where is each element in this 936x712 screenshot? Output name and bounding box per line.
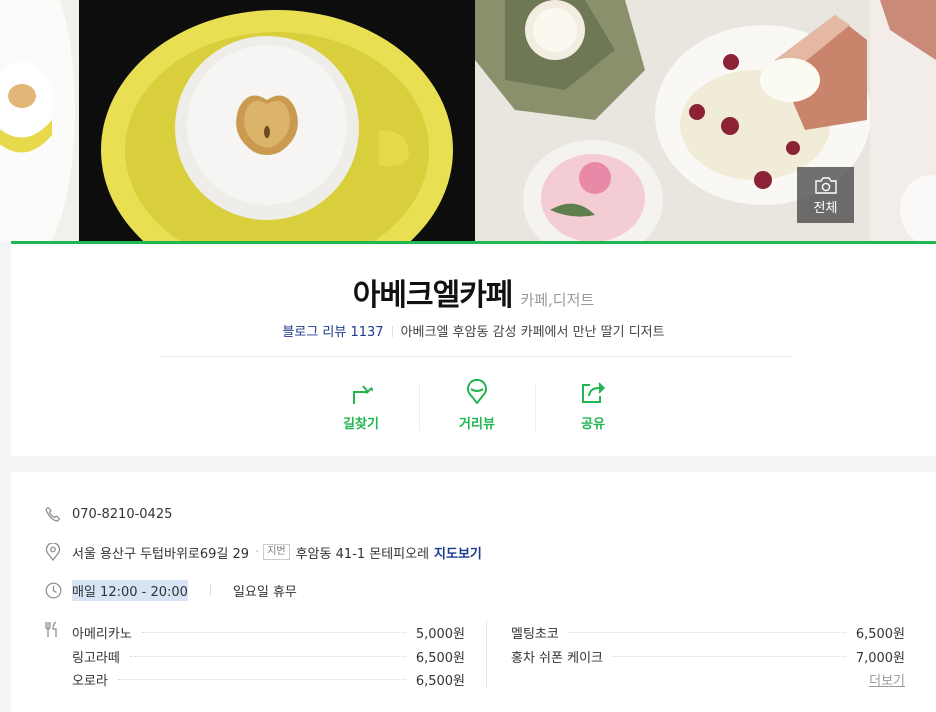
dot-separator: · xyxy=(255,544,260,560)
menu-item-name: 홍차 쉬폰 케이크 xyxy=(511,650,603,666)
business-hours: 매일 12:00 - 20:00 xyxy=(72,579,188,601)
action-bar: 길찾기 거리뷰 공유 xyxy=(303,379,651,441)
menu-more-link[interactable]: 더보기 xyxy=(869,670,905,689)
closed-day: 일요일 휴무 xyxy=(232,584,297,600)
directions-label: 길찾기 xyxy=(343,417,379,432)
blog-review-label: 블로그 리뷰 xyxy=(282,325,347,340)
phone-number[interactable]: 070-8210-0425 xyxy=(72,507,172,522)
hours-row: 매일 12:00 - 20:00 일요일 휴무 xyxy=(44,579,297,601)
road-address: 서울 용산구 두텁바위로69길 29 xyxy=(72,546,250,562)
menu-item: 아메리카노 5,000원 xyxy=(72,621,465,645)
menu-item-price: 6,500원 xyxy=(855,627,905,643)
place-description: 아베크엘 후암동 감성 카페에서 만난 딸기 디저트 xyxy=(400,325,665,340)
menu-item-price: 7,000원 xyxy=(855,650,905,666)
leader-dots xyxy=(117,679,406,681)
place-info-card: 070-8210-0425 서울 용산구 두텁바위로69길 29 · 지번 후암… xyxy=(11,472,936,712)
phone-icon xyxy=(44,505,62,523)
menu-item-name: 아메리카노 xyxy=(72,627,132,643)
photo-thumbnail[interactable] xyxy=(0,0,79,241)
leader-dots xyxy=(141,632,406,634)
photo-thumbnail[interactable] xyxy=(79,0,475,241)
view-all-label: 전체 xyxy=(813,201,838,216)
menu-column-right: 멜팅초코 6,500원 홍차 쉬폰 케이크 7,000원 xyxy=(511,621,905,668)
camera-icon xyxy=(814,177,837,194)
directions-button[interactable]: 길찾기 xyxy=(303,379,419,441)
menu-item-price: 5,000원 xyxy=(415,627,465,643)
jibun-tag: 지번 xyxy=(263,544,290,560)
divider xyxy=(391,326,393,337)
leader-dots xyxy=(613,655,846,657)
menu-column-left: 아메리카노 5,000원 링고라떼 6,500원 오로라 6,500원 xyxy=(72,621,465,692)
address-row: 서울 용산구 두텁바위로69길 29 · 지번 후암동 41-1 몬테피오레 지… xyxy=(44,542,482,562)
menu-item: 홍차 쉬폰 케이크 7,000원 xyxy=(511,645,905,669)
photo-thumbnail[interactable] xyxy=(870,0,936,241)
menu-item-name: 오로라 xyxy=(72,674,108,690)
divider xyxy=(160,356,792,357)
place-header-card: 아베크엘카페 카페,디저트 블로그 리뷰 1137 아베크엘 후암동 감성 카페에서… xyxy=(11,241,936,456)
share-icon xyxy=(582,382,606,403)
clock-icon xyxy=(44,581,62,599)
summary-row: 블로그 리뷰 1137 아베크엘 후암동 감성 카페에서 만난 딸기 디저트 xyxy=(11,321,936,340)
menu-icon xyxy=(44,621,61,642)
menu-item-name: 멜팅초코 xyxy=(511,627,559,643)
place-category: 카페,디저트 xyxy=(520,291,595,309)
street-view-label: 거리뷰 xyxy=(459,417,495,432)
view-all-photos-button[interactable]: 전체 xyxy=(797,167,854,223)
street-view-button[interactable]: 거리뷰 xyxy=(419,379,535,441)
street-view-icon xyxy=(467,379,487,404)
menu-item-price: 6,500원 xyxy=(415,650,465,666)
directions-icon xyxy=(353,385,373,404)
menu-item: 오로라 6,500원 xyxy=(72,668,465,692)
blog-review-count: 1137 xyxy=(350,325,384,340)
leader-dots xyxy=(129,655,406,657)
photo-strip[interactable]: 전체 xyxy=(0,0,936,241)
menu-item: 링고라떼 6,500원 xyxy=(72,645,465,669)
share-button[interactable]: 공유 xyxy=(535,379,651,441)
location-pin-icon xyxy=(44,543,62,561)
phone-row: 070-8210-0425 xyxy=(44,504,172,524)
leader-dots xyxy=(568,632,846,634)
place-name: 아베크엘카페 xyxy=(352,278,514,313)
divider xyxy=(209,584,211,596)
menu-item-price: 6,500원 xyxy=(415,674,465,690)
jibun-address: 후암동 41-1 몬테피오레 xyxy=(295,546,430,562)
divider xyxy=(486,621,487,687)
share-label: 공유 xyxy=(581,417,605,432)
menu-item: 멜팅초코 6,500원 xyxy=(511,621,905,645)
title-row: 아베크엘카페 카페,디저트 xyxy=(11,270,936,314)
view-map-link[interactable]: 지도보기 xyxy=(434,543,482,562)
menu-item-name: 링고라떼 xyxy=(72,650,120,666)
blog-review-link[interactable]: 블로그 리뷰 1137 xyxy=(282,325,383,340)
